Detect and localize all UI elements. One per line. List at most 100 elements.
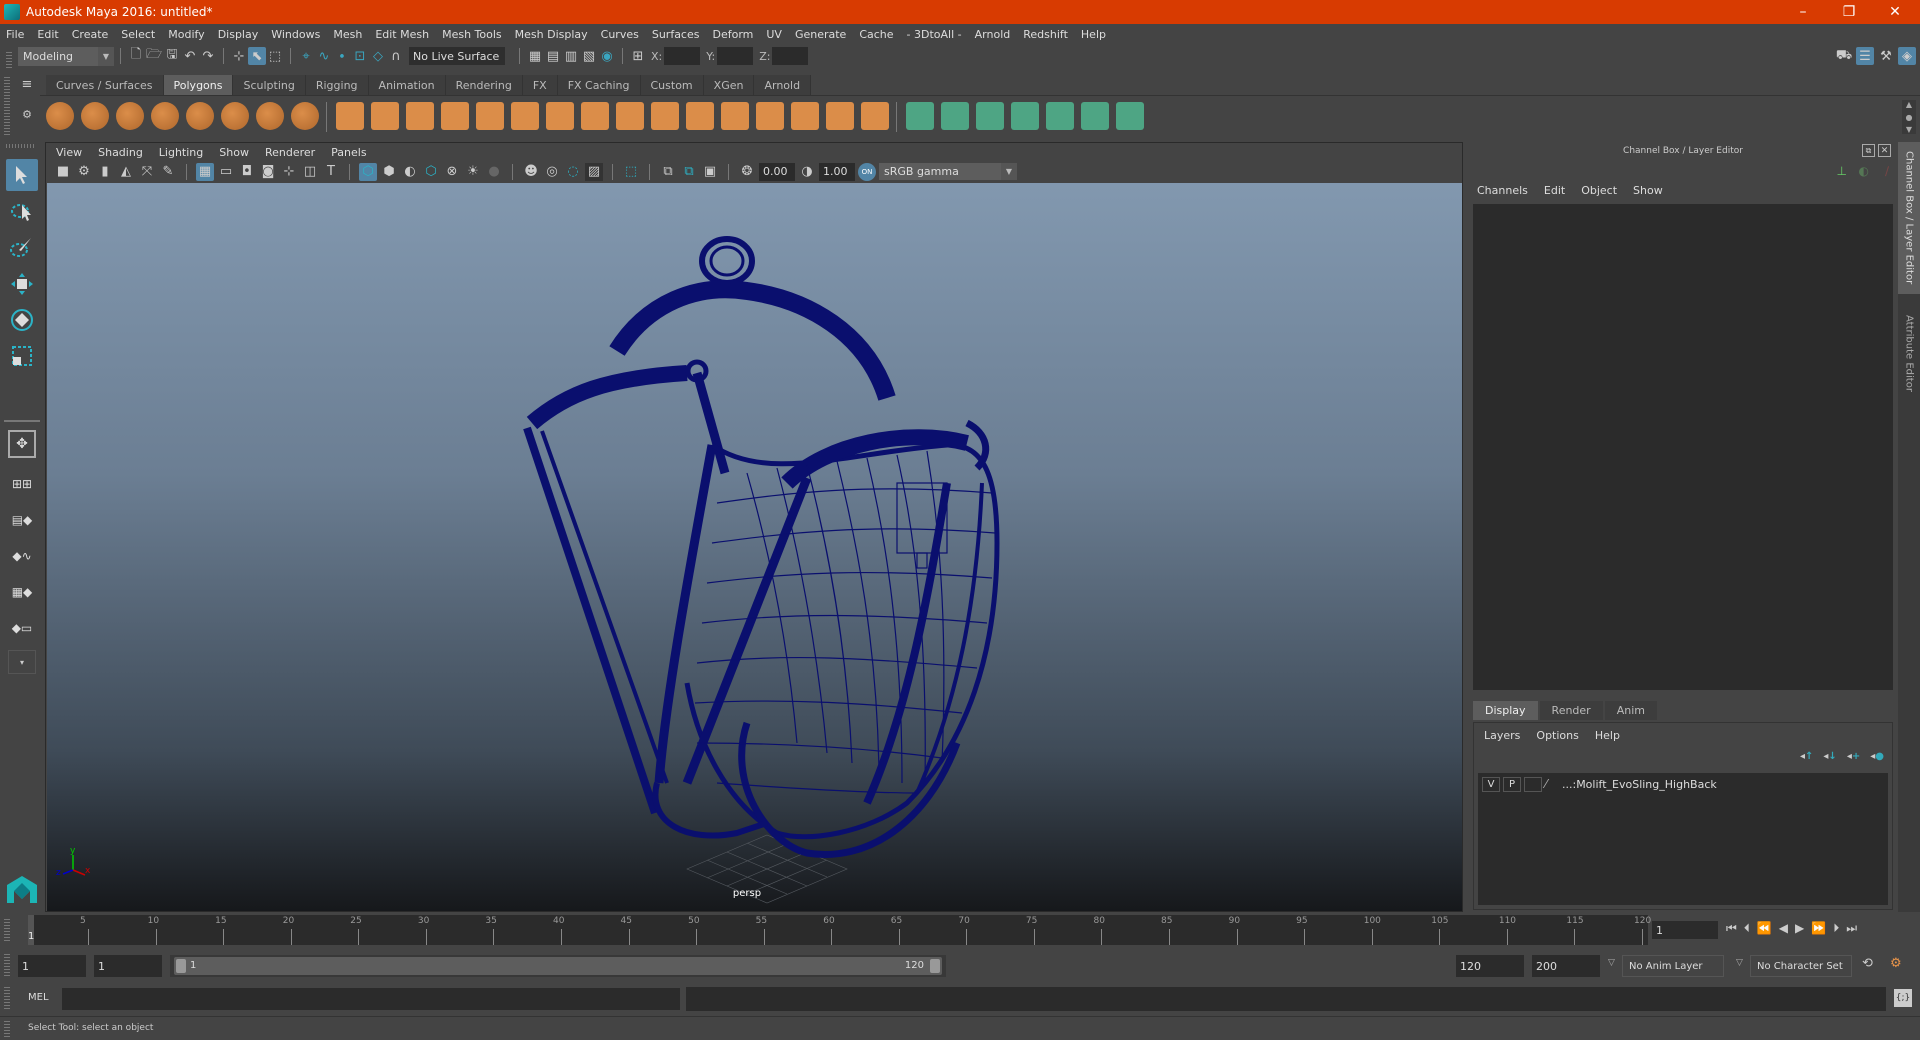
menu-curves[interactable]: Curves: [601, 28, 639, 41]
exposure-icon[interactable]: ❂: [738, 163, 756, 181]
shelf-scroll[interactable]: ▲ ● ▼: [1902, 100, 1916, 134]
step-back-key-icon[interactable]: ⏪: [1757, 921, 1772, 936]
wireframe-on-shaded-icon[interactable]: ⬡: [422, 163, 440, 181]
menu-mesh-tools[interactable]: Mesh Tools: [442, 28, 502, 41]
tool-settings-icon[interactable]: ⚒: [1877, 47, 1895, 65]
field-chart-icon[interactable]: ⊹: [280, 163, 298, 181]
wireframe-icon[interactable]: ⬡: [359, 162, 377, 181]
bookmark-icon[interactable]: ▮: [96, 163, 114, 181]
menu-help[interactable]: Help: [1081, 28, 1106, 41]
menu-cache[interactable]: Cache: [859, 28, 893, 41]
current-frame-field[interactable]: 1: [1652, 921, 1718, 939]
use-lights-icon[interactable]: ☀: [464, 163, 482, 181]
textured-icon[interactable]: ⊗: [443, 163, 461, 181]
cb-menu-channels[interactable]: Channels: [1477, 184, 1528, 197]
layout-more-button[interactable]: ▾: [8, 650, 36, 674]
layout-uv-icon[interactable]: [1046, 102, 1074, 130]
menu-select[interactable]: Select: [121, 28, 155, 41]
minimize-button[interactable]: –: [1780, 0, 1826, 24]
float-panel-icon[interactable]: ⧉: [1862, 144, 1875, 157]
anim-layer-dropdown-arrow[interactable]: ▽: [1608, 958, 1615, 968]
screen-space-ao-icon[interactable]: ☻: [522, 163, 540, 181]
layer-menu-help[interactable]: Help: [1595, 729, 1620, 742]
shelf-tab-custom[interactable]: Custom: [640, 75, 704, 95]
select-component-icon[interactable]: ⬚: [266, 47, 284, 65]
layer-menu-options[interactable]: Options: [1536, 729, 1578, 742]
bridge-icon[interactable]: [546, 102, 574, 130]
save-scene-icon[interactable]: 🖫: [163, 47, 181, 65]
menu-mesh-display[interactable]: Mesh Display: [515, 28, 588, 41]
insert-edge-loop-icon[interactable]: [756, 102, 784, 130]
modeling-toolkit-icon[interactable]: ⛟: [1835, 47, 1853, 65]
menu-edit-mesh[interactable]: Edit Mesh: [375, 28, 429, 41]
script-editor-icon[interactable]: {;}: [1894, 989, 1912, 1007]
shelf-menu-icon[interactable]: ≡: [18, 75, 36, 93]
paint-select-tool[interactable]: [6, 232, 38, 264]
color-management-toggle-icon[interactable]: ON: [858, 162, 876, 181]
menu-display[interactable]: Display: [218, 28, 259, 41]
image-plane-icon[interactable]: ◭: [117, 163, 135, 181]
shelf-tab-xgen[interactable]: XGen: [703, 75, 755, 95]
layer-row[interactable]: V P ⁄ ...:Molift_EvoSling_HighBack: [1478, 773, 1888, 795]
xray-icon[interactable]: ⧉: [659, 163, 677, 181]
move-tool[interactable]: [6, 268, 38, 300]
hypershade-icon[interactable]: ◉: [598, 47, 616, 65]
layer-playback-toggle[interactable]: P: [1503, 776, 1521, 792]
shelf-tab-fx-caching[interactable]: FX Caching: [557, 75, 641, 95]
redo-icon[interactable]: ↷: [199, 47, 217, 65]
motion-blur-icon[interactable]: ◎: [543, 163, 561, 181]
default-material-icon[interactable]: ◐: [401, 163, 419, 181]
scroll-thumb[interactable]: ●: [1906, 113, 1913, 122]
animation-start-field[interactable]: 1: [18, 955, 86, 977]
shelf-tab-rendering[interactable]: Rendering: [445, 75, 523, 95]
poly-cylinder-icon[interactable]: [116, 102, 144, 130]
3d-viewport[interactable]: y x z persp: [47, 183, 1462, 911]
snap-grid-icon[interactable]: ⌖: [297, 47, 315, 65]
y-field[interactable]: [717, 47, 754, 65]
cb-menu-object[interactable]: Object: [1581, 184, 1617, 197]
select-object-icon[interactable]: ⬉: [248, 47, 266, 65]
layer-name[interactable]: ...:Molift_EvoSling_HighBack: [1562, 778, 1717, 791]
merge-icon[interactable]: [826, 102, 854, 130]
move-layer-down-icon[interactable]: ◂↓: [1823, 751, 1836, 762]
cb-menu-show[interactable]: Show: [1633, 184, 1663, 197]
step-forward-frame-icon[interactable]: ⏵: [1833, 921, 1839, 936]
planar-uv-icon[interactable]: [861, 102, 889, 130]
poly-pyramid-icon[interactable]: [256, 102, 284, 130]
restore-button[interactable]: ❐: [1826, 0, 1872, 24]
grip-handle[interactable]: [4, 987, 10, 1009]
render-frame-icon[interactable]: ▤: [544, 47, 562, 65]
smooth-icon[interactable]: [441, 102, 469, 130]
grease-pencil-icon[interactable]: ✎: [159, 163, 177, 181]
isolate-select-icon[interactable]: ⬚: [622, 163, 640, 181]
snap-off-icon[interactable]: ∩: [387, 47, 405, 65]
play-backwards-icon[interactable]: ◀: [1779, 921, 1788, 936]
fill-hole-icon[interactable]: [721, 102, 749, 130]
transform-mode-icon[interactable]: ⊞: [629, 47, 647, 65]
auto-key-icon[interactable]: ⟲: [1862, 956, 1873, 971]
grip-handle[interactable]: [6, 144, 36, 148]
snap-curve-icon[interactable]: ∿: [315, 47, 333, 65]
play-forwards-icon[interactable]: ▶: [1795, 921, 1804, 936]
anim-layer-dropdown[interactable]: No Anim Layer: [1622, 955, 1724, 977]
side-tab-channel-box[interactable]: Channel Box / Layer Editor: [1898, 142, 1920, 294]
menuset-dropdown[interactable]: Modeling ▼: [18, 46, 114, 66]
playback-end-field[interactable]: 120: [1456, 955, 1524, 977]
menu-mesh[interactable]: Mesh: [333, 28, 362, 41]
snap-point-icon[interactable]: ∙: [333, 47, 351, 65]
safe-title-icon[interactable]: T: [322, 163, 340, 181]
step-forward-key-icon[interactable]: ⏩: [1811, 921, 1826, 936]
unfold-icon[interactable]: [1011, 102, 1039, 130]
menu-generate[interactable]: Generate: [795, 28, 846, 41]
side-tab-attribute-editor[interactable]: Attribute Editor: [1898, 298, 1920, 408]
spherical-uv-icon[interactable]: [976, 102, 1004, 130]
layout-persp-outliner-graph[interactable]: ◆▭: [6, 612, 38, 644]
menu-modify[interactable]: Modify: [168, 28, 204, 41]
poly-torus-icon[interactable]: [221, 102, 249, 130]
animation-end-field[interactable]: 200: [1532, 955, 1600, 977]
shelf-tab-curves-surfaces[interactable]: Curves / Surfaces: [46, 75, 164, 95]
vp-menu-renderer[interactable]: Renderer: [265, 146, 315, 159]
channel-box-toggle-icon[interactable]: ◈: [1898, 47, 1916, 65]
layer-menu-layers[interactable]: Layers: [1484, 729, 1520, 742]
film-gate-icon[interactable]: ▭: [217, 163, 235, 181]
